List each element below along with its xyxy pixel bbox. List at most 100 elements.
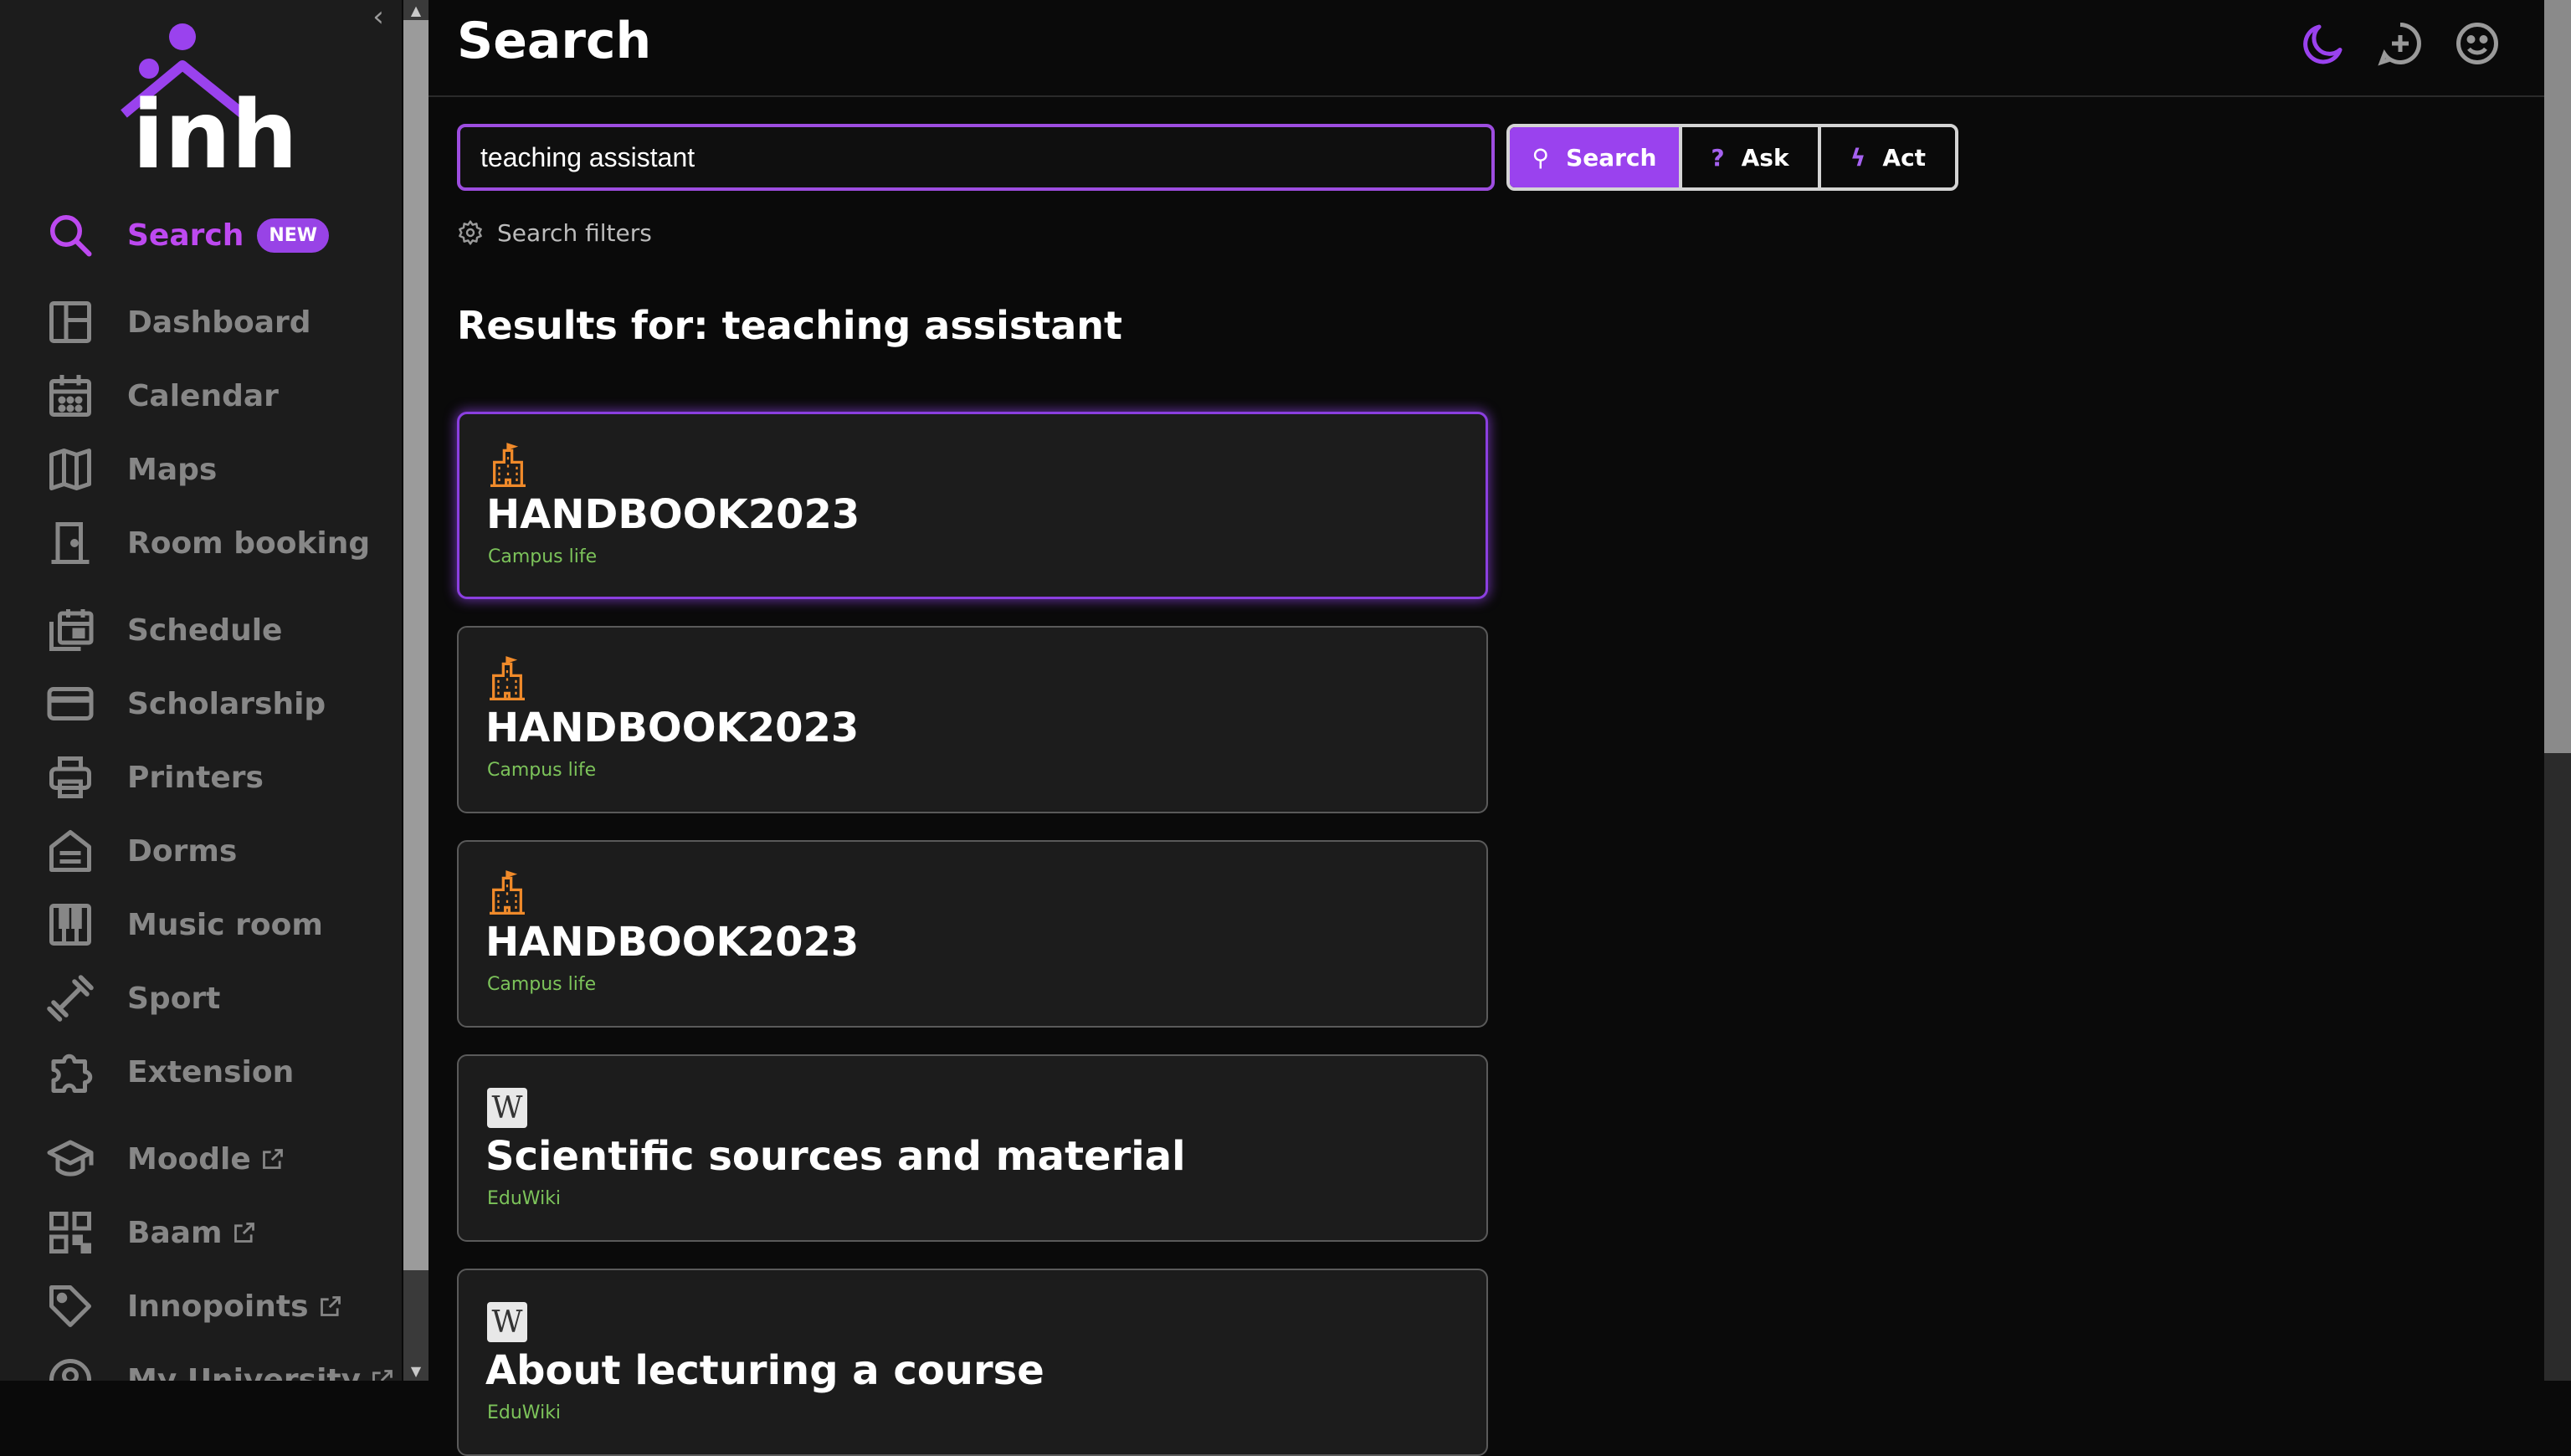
result-card[interactable]: HANDBOOK2023 Campus life xyxy=(457,626,1488,813)
building-icon xyxy=(485,443,531,490)
scroll-up-arrow-icon[interactable]: ▲ xyxy=(403,0,428,20)
logo-text: inh xyxy=(132,81,293,174)
wiki-glyph: W xyxy=(487,1302,527,1342)
main-content: Search ⚲ Search ? Ask ϟ Act Search filte… xyxy=(428,0,2544,1456)
sidebar-item-label: Dashboard xyxy=(127,305,311,340)
search-icon xyxy=(42,207,99,264)
printer-icon xyxy=(42,749,99,806)
dumbbell-icon xyxy=(42,970,99,1027)
puzzle-icon xyxy=(42,1043,99,1100)
sidebar-item-label: Baam xyxy=(127,1215,223,1250)
search-input[interactable] xyxy=(457,124,1495,191)
results-heading: Results for: teaching assistant xyxy=(457,303,1123,348)
wiki-icon: W xyxy=(484,1299,531,1346)
result-source: EduWiki xyxy=(487,1188,562,1209)
sidebar-item-printers[interactable]: Printers xyxy=(42,748,264,807)
smile-icon[interactable] xyxy=(2452,18,2502,69)
ask-mode-button[interactable]: ? Ask xyxy=(1682,127,1821,187)
sidebar-item-label: Scholarship xyxy=(127,686,326,721)
piano-icon xyxy=(42,896,99,953)
result-title: HANDBOOK2023 xyxy=(485,705,860,751)
main-scrollbar-thumb[interactable] xyxy=(2544,0,2571,753)
result-title: Scientific sources and material xyxy=(485,1133,1186,1180)
door-icon xyxy=(42,515,99,572)
result-source: Campus life xyxy=(488,546,598,567)
sidebar-item-label: Extension xyxy=(127,1054,295,1089)
external-link-icon xyxy=(262,1149,283,1169)
tag-icon xyxy=(42,1278,99,1335)
sidebar-item-innopoints[interactable]: Innopoints xyxy=(42,1277,342,1336)
page-title: Search xyxy=(457,12,652,70)
moon-icon[interactable] xyxy=(2298,18,2348,69)
qr-code-icon xyxy=(42,1204,99,1261)
wiki-icon: W xyxy=(484,1084,531,1131)
wiki-glyph: W xyxy=(487,1088,527,1128)
gear-icon xyxy=(459,220,482,245)
account-circle-icon xyxy=(42,1351,99,1381)
building-icon xyxy=(484,870,531,917)
sidebar-item-search[interactable]: Search NEW xyxy=(42,206,330,264)
external-link-icon xyxy=(320,1296,341,1316)
result-card[interactable]: W About lecturing a course EduWiki xyxy=(457,1269,1488,1456)
sidebar-item-moodle[interactable]: Moodle xyxy=(42,1130,285,1188)
sidebar-item-calendar[interactable]: Calendar xyxy=(42,367,279,425)
result-title: HANDBOOK2023 xyxy=(486,491,860,538)
sidebar-item-label: Search xyxy=(127,218,244,253)
dorm-icon xyxy=(42,823,99,879)
sidebar-item-label: Schedule xyxy=(127,613,283,648)
sidebar-item-baam[interactable]: Baam xyxy=(42,1203,256,1262)
result-card[interactable]: W Scientific sources and material EduWik… xyxy=(457,1054,1488,1242)
external-link-icon xyxy=(233,1223,254,1243)
app-logo[interactable]: inh xyxy=(117,15,298,190)
sidebar-item-dashboard[interactable]: Dashboard xyxy=(42,293,311,351)
sidebar: ‹ inh Search NEW Dashboard Calendar Maps xyxy=(0,0,402,1381)
sidebar-item-label: Calendar xyxy=(127,378,279,413)
sidebar-item-scholarship[interactable]: Scholarship xyxy=(42,674,326,733)
sidebar-item-label: Maps xyxy=(127,452,218,487)
sidebar-item-label: Music room xyxy=(127,907,323,942)
sidebar-item-label: Dorms xyxy=(127,833,238,869)
sidebar-item-sport[interactable]: Sport xyxy=(42,969,220,1028)
search-icon: ⚲ xyxy=(1532,143,1550,172)
result-card[interactable]: HANDBOOK2023 Campus life xyxy=(457,840,1488,1028)
search-mode-label: Search xyxy=(1566,143,1657,172)
sidebar-item-extension[interactable]: Extension xyxy=(42,1043,294,1101)
dashboard-icon xyxy=(42,294,99,351)
result-card[interactable]: HANDBOOK2023 Campus life xyxy=(457,412,1488,599)
lightning-icon: ϟ xyxy=(1850,143,1866,172)
sidebar-scrollbar-thumb[interactable] xyxy=(403,20,428,1270)
sidebar-item-music-room[interactable]: Music room xyxy=(42,895,323,954)
card-icon xyxy=(42,675,99,732)
search-mode-switch: ⚲ Search ? Ask ϟ Act xyxy=(1506,124,1958,191)
result-source: Campus life xyxy=(487,760,597,781)
schedule-icon xyxy=(42,602,99,659)
scroll-down-arrow-icon[interactable]: ▼ xyxy=(403,1361,428,1381)
sidebar-item-schedule[interactable]: Schedule xyxy=(42,601,282,659)
sidebar-item-dorms[interactable]: Dorms xyxy=(42,822,237,880)
sidebar-item-label: Sport xyxy=(127,981,221,1016)
sidebar-item-label: Innopoints xyxy=(127,1289,309,1324)
collapse-sidebar-button[interactable]: ‹ xyxy=(365,0,392,33)
external-link-icon xyxy=(372,1370,393,1381)
graduation-cap-icon xyxy=(42,1130,99,1187)
search-filters-label: Search filters xyxy=(497,218,652,247)
result-source: EduWiki xyxy=(487,1402,562,1423)
question-icon: ? xyxy=(1711,143,1725,172)
result-title: HANDBOOK2023 xyxy=(485,919,860,966)
result-source: Campus life xyxy=(487,974,597,995)
map-icon xyxy=(42,441,99,498)
sidebar-item-maps[interactable]: Maps xyxy=(42,440,217,499)
search-filters-toggle[interactable]: Search filters xyxy=(457,216,652,249)
search-mode-button[interactable]: ⚲ Search xyxy=(1510,127,1682,187)
sidebar-item-label: Moodle xyxy=(127,1141,251,1177)
act-mode-label: Act xyxy=(1882,143,1927,172)
ask-mode-label: Ask xyxy=(1741,143,1789,172)
act-mode-button[interactable]: ϟ Act xyxy=(1821,127,1955,187)
new-badge: NEW xyxy=(257,218,330,253)
sidebar-item-room-booking[interactable]: Room booking xyxy=(42,514,370,572)
result-title: About lecturing a course xyxy=(485,1347,1044,1394)
add-chat-icon[interactable] xyxy=(2375,18,2425,69)
sidebar-item-my-university[interactable]: My University xyxy=(42,1351,394,1381)
calendar-icon xyxy=(42,367,99,424)
top-bar: Search xyxy=(428,0,2544,97)
